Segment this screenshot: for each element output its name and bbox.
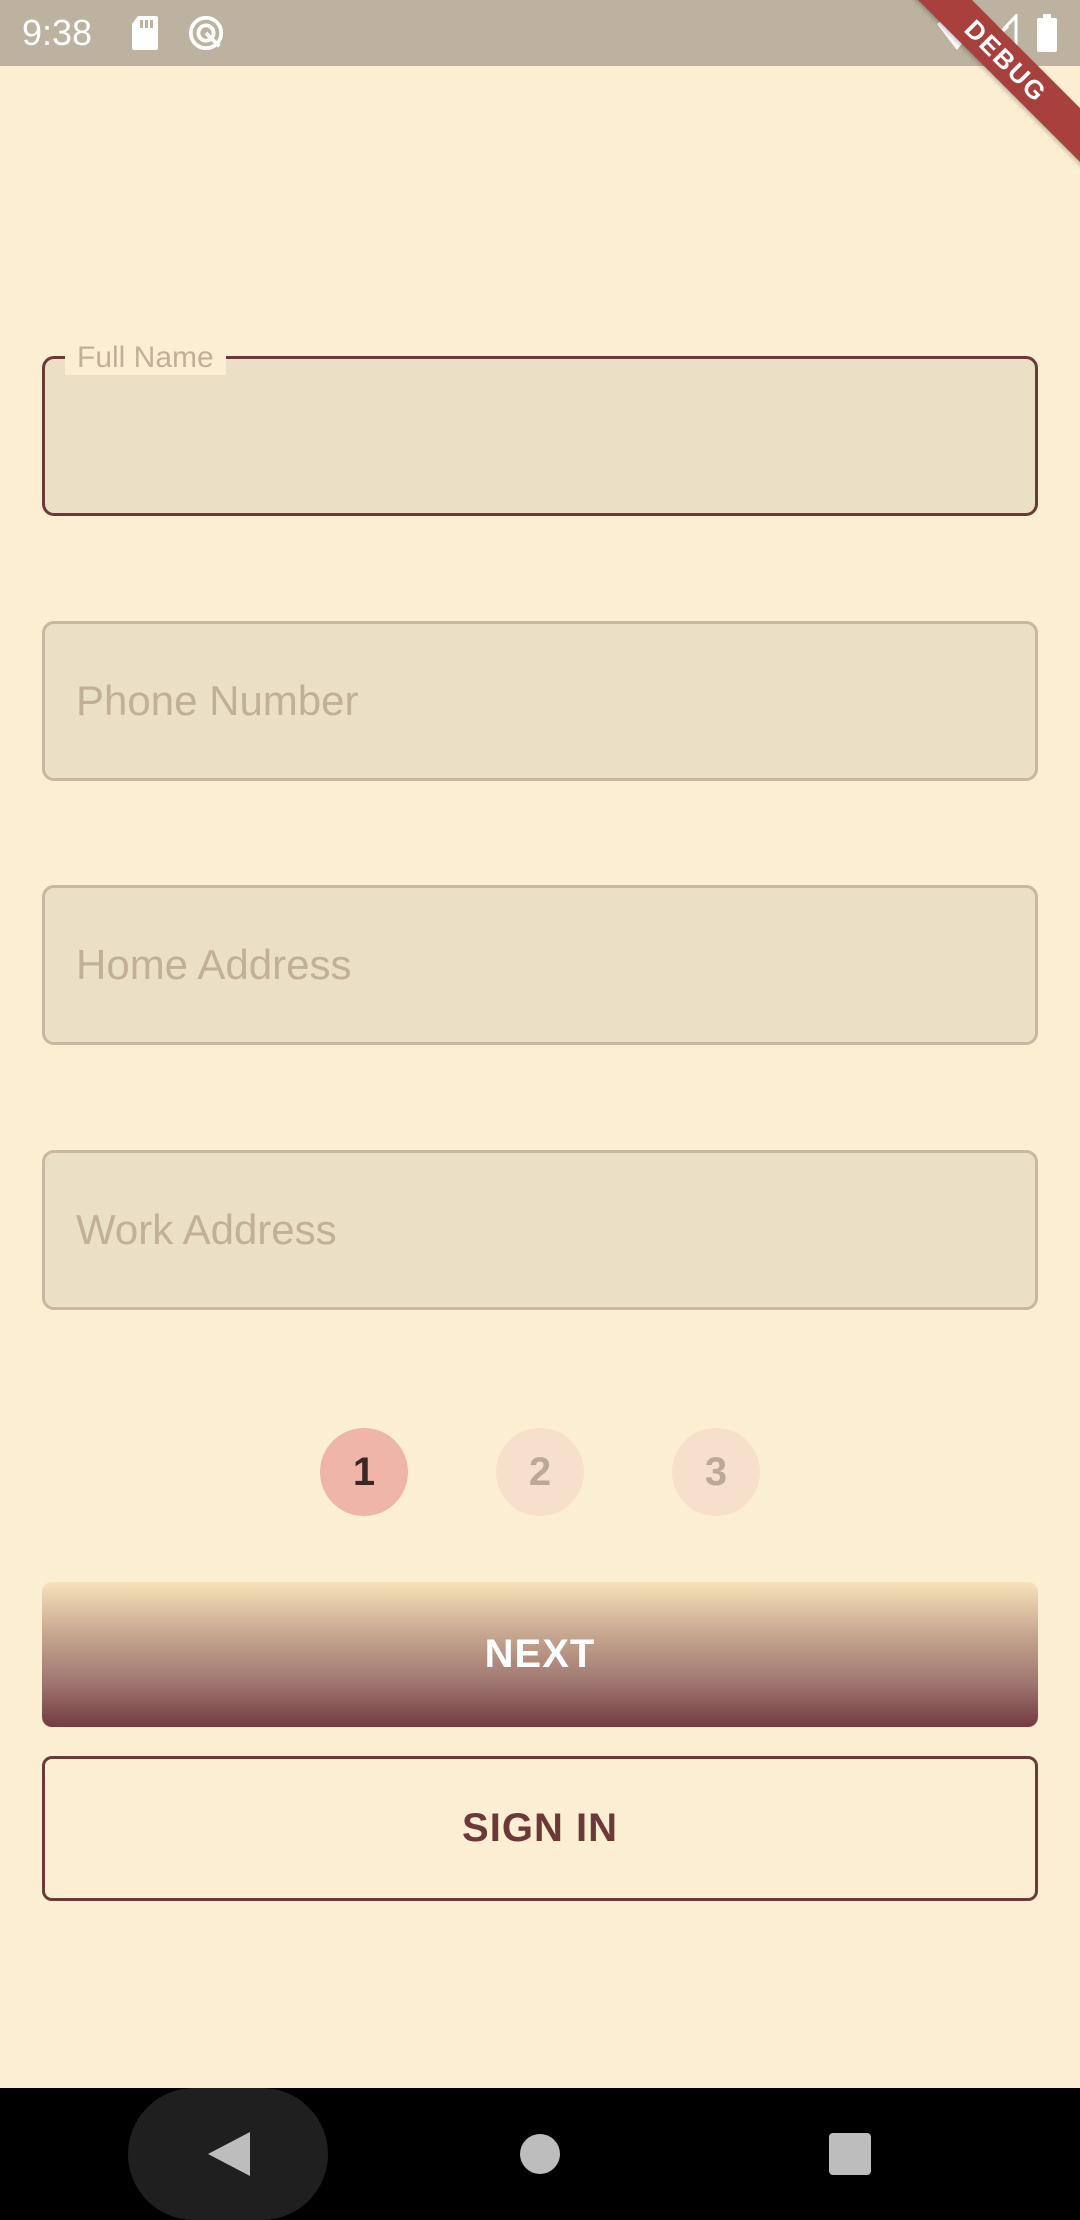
full-name-label: Full Name — [65, 341, 226, 375]
sign-in-button[interactable]: SIGN IN — [42, 1756, 1038, 1901]
work-address-field[interactable]: Work Address — [42, 1150, 1038, 1310]
step-indicator-1: 1 — [320, 1428, 408, 1516]
back-icon[interactable] — [206, 2130, 252, 2178]
home-address-field[interactable]: Home Address — [42, 885, 1038, 1045]
sync-icon — [188, 15, 224, 51]
status-bar: 9:38 — [0, 0, 1080, 66]
phone-number-field[interactable]: Phone Number — [42, 621, 1038, 781]
home-address-placeholder: Home Address — [76, 941, 352, 988]
work-address-placeholder: Work Address — [76, 1206, 337, 1253]
home-icon[interactable] — [520, 2134, 560, 2174]
system-nav-bar — [0, 2088, 1080, 2220]
battery-icon — [1037, 14, 1057, 52]
sd-card-icon — [132, 16, 158, 50]
status-time: 9:38 — [22, 12, 93, 53]
phone-number-placeholder: Phone Number — [76, 677, 359, 724]
step-indicator-3: 3 — [672, 1428, 760, 1516]
full-name-field[interactable]: Full Name — [42, 341, 1038, 516]
recents-icon[interactable] — [829, 2133, 871, 2175]
next-button[interactable]: NEXT — [42, 1582, 1038, 1727]
step-indicator-2: 2 — [496, 1428, 584, 1516]
